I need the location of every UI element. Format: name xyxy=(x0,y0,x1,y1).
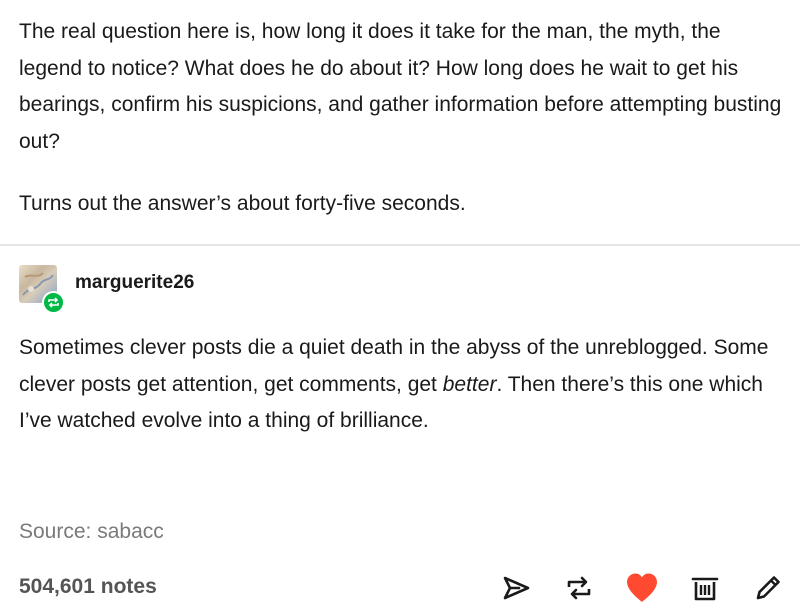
reblog-text: Sometimes clever posts die a quiet death… xyxy=(19,330,789,440)
post-actions xyxy=(471,570,786,606)
share-button[interactable] xyxy=(498,570,534,606)
heart-icon xyxy=(627,573,657,602)
post-source: Source: sabacc xyxy=(19,520,164,544)
source-label: Source: xyxy=(19,520,98,543)
paper-plane-icon xyxy=(503,576,530,600)
like-button[interactable] xyxy=(624,570,660,606)
post-footer: 504,601 notes xyxy=(0,562,800,612)
reblog-username[interactable]: marguerite26 xyxy=(75,272,194,294)
delete-button[interactable] xyxy=(687,570,723,606)
edit-button[interactable] xyxy=(750,570,786,606)
reblog-text-italic: better xyxy=(442,372,497,396)
reblog-badge-icon xyxy=(42,291,65,314)
reblog-button[interactable] xyxy=(561,570,597,606)
source-link[interactable]: sabacc xyxy=(97,520,164,543)
post-paragraph: Turns out the answer’s about forty-five … xyxy=(19,192,466,215)
notes-count[interactable]: 504,601 notes xyxy=(19,575,157,599)
pencil-icon xyxy=(756,576,780,600)
trash-icon xyxy=(691,577,719,601)
post-card: The real question here is, how long it d… xyxy=(0,0,800,615)
reblog-icon xyxy=(567,576,591,600)
reblog-divider xyxy=(0,244,800,246)
post-paragraph: The real question here is, how long it d… xyxy=(19,20,782,153)
reblog-header: marguerite26 xyxy=(19,265,419,314)
